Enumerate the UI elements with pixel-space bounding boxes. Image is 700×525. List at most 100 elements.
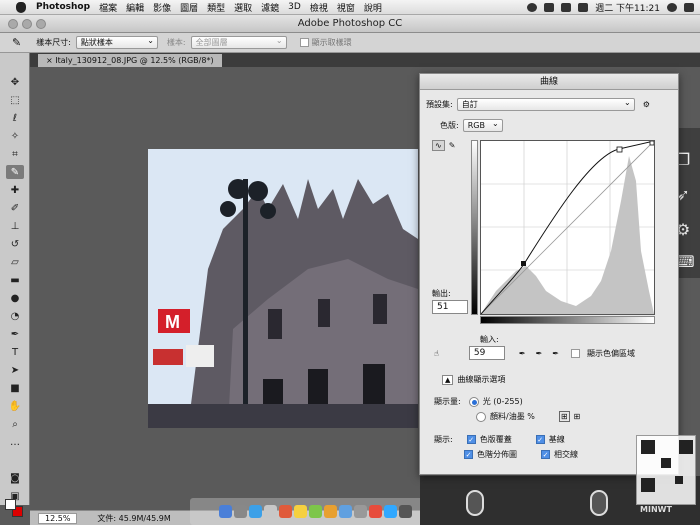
edit-points-icon[interactable]: ∿ <box>432 140 445 151</box>
minimize-window-icon[interactable] <box>22 19 32 29</box>
preset-select[interactable]: 自訂 <box>456 97 635 111</box>
curve-endpoint[interactable] <box>649 140 655 146</box>
simple-grid-icon[interactable]: ⊞ <box>558 411 570 422</box>
input-method-icon[interactable] <box>561 3 572 12</box>
pigment-radio[interactable] <box>476 411 486 422</box>
histogram-checkbox[interactable]: ✓ <box>464 450 473 459</box>
menu-view[interactable]: 檢視 <box>310 1 328 14</box>
display-options-toggle-icon[interactable]: ▲ <box>442 374 454 385</box>
menu-edit[interactable]: 編輯 <box>126 1 144 14</box>
baseline-checkbox[interactable]: ✓ <box>535 435 545 444</box>
notification-center-icon[interactable] <box>684 3 694 12</box>
chrome-icon[interactable] <box>368 505 382 518</box>
gray-point-eyedropper-icon[interactable]: ✒ <box>536 349 543 358</box>
light-radio[interactable] <box>468 396 479 407</box>
menu-app[interactable]: Photoshop <box>36 2 90 12</box>
eraser-tool-icon[interactable]: ▱ <box>6 255 24 269</box>
healing-brush-tool-icon[interactable]: ✚ <box>6 183 24 197</box>
menubar-clock[interactable]: 週二 下午11:21 <box>595 1 660 14</box>
channel-select[interactable]: RGB <box>462 118 503 132</box>
zoom-tool-icon[interactable]: ⌕ <box>6 417 24 431</box>
menu-image[interactable]: 影像 <box>153 1 171 14</box>
gradient-tool-icon[interactable]: ▬ <box>6 273 24 287</box>
dock <box>190 498 440 525</box>
pen-tool-icon[interactable]: ✒ <box>6 327 24 341</box>
detailed-grid-icon[interactable]: ⊞ <box>574 412 581 421</box>
close-window-icon[interactable] <box>8 19 18 29</box>
finder-icon[interactable] <box>218 505 232 518</box>
volume-icon[interactable] <box>544 3 555 12</box>
foreground-color-swatch[interactable] <box>5 499 16 510</box>
close-document-icon[interactable]: × <box>46 56 53 65</box>
file-size-info[interactable]: 文件: 45.9M/45.9M <box>97 513 170 524</box>
menu-help[interactable]: 說明 <box>364 1 382 14</box>
battery-icon[interactable] <box>578 3 589 12</box>
preset-options-gear-icon[interactable]: ⚙ <box>643 100 650 109</box>
mail-icon[interactable] <box>263 505 277 518</box>
menu-window[interactable]: 視窗 <box>337 1 355 14</box>
input-field[interactable]: 59 <box>468 346 505 360</box>
history-brush-tool-icon[interactable]: ↺ <box>6 237 24 251</box>
launchpad-icon[interactable] <box>233 505 247 518</box>
targeted-adjustment-icon[interactable]: ☝ <box>434 349 439 358</box>
spotlight-search-icon[interactable] <box>667 3 677 12</box>
brush-tool-icon[interactable]: ✐ <box>6 201 24 215</box>
show-row-1: 顯示: ✓ 色版覆蓋 ✓ 基線 <box>434 434 565 445</box>
menu-file[interactable]: 檔案 <box>99 1 117 14</box>
blur-tool-icon[interactable]: ● <box>6 291 24 305</box>
black-point-eyedropper-icon[interactable]: ✒ <box>519 349 526 358</box>
photoshop-dock-icon[interactable] <box>383 505 397 518</box>
safari-icon[interactable] <box>248 505 262 518</box>
menu-filter[interactable]: 濾鏡 <box>261 1 279 14</box>
system-preferences-icon[interactable] <box>353 505 367 518</box>
document-tab[interactable]: × Italy_130912_08.JPG @ 12.5% (RGB/8*) <box>38 54 222 67</box>
curve-point[interactable] <box>616 146 623 153</box>
dodge-tool-icon[interactable]: ◔ <box>6 309 24 323</box>
output-label: 輸出: <box>432 289 451 298</box>
app-store-icon[interactable] <box>338 505 352 518</box>
show-clipping-checkbox[interactable] <box>570 348 580 358</box>
curves-graph[interactable] <box>480 140 655 315</box>
clone-stamp-tool-icon[interactable]: ⊥ <box>6 219 24 233</box>
sample-select[interactable]: 全部圖層 <box>190 35 287 49</box>
channel-overlays-checkbox[interactable]: ✓ <box>466 435 476 444</box>
marquee-tool-icon[interactable]: ⬚ <box>6 93 24 107</box>
hand-tool-icon[interactable]: ✋ <box>6 399 24 413</box>
rectangle-tool-icon[interactable]: ■ <box>6 381 24 395</box>
menu-3d[interactable]: 3D <box>288 2 301 12</box>
histogram-label: 色階分佈圖 <box>477 450 517 459</box>
zoom-level-field[interactable]: 12.5% <box>38 512 78 524</box>
pigment-option-label: 顏料/油墨 % <box>490 412 535 421</box>
edit-toolbar-icon[interactable]: … <box>6 435 24 449</box>
menu-select[interactable]: 選取 <box>234 1 252 14</box>
white-point-eyedropper-icon[interactable]: ✒ <box>552 349 559 358</box>
lasso-tool-icon[interactable]: ℓ <box>6 111 24 125</box>
show-ring-checkbox[interactable] <box>299 38 309 47</box>
photos-icon[interactable] <box>323 505 337 518</box>
calendar-icon[interactable] <box>278 505 292 518</box>
document-canvas[interactable]: M <box>148 149 418 428</box>
apple-logo-icon[interactable] <box>16 1 26 13</box>
sample-size-label: 樣本尺寸: <box>36 38 71 47</box>
wifi-icon[interactable] <box>527 3 538 12</box>
menu-layer[interactable]: 圖層 <box>180 1 198 14</box>
move-tool-icon[interactable]: ✥ <box>6 75 24 89</box>
eyedropper-tool-icon[interactable]: ✎ <box>6 165 24 179</box>
messages-icon[interactable] <box>308 505 322 518</box>
draw-curve-icon[interactable]: ✎ <box>449 141 456 150</box>
intersection-checkbox[interactable]: ✓ <box>541 450 550 459</box>
output-field[interactable]: 51 <box>432 300 468 314</box>
menu-type[interactable]: 類型 <box>207 1 225 14</box>
show-ring-option[interactable]: 顯示取樣環 <box>299 37 352 48</box>
quick-mask-icon[interactable]: ◙ <box>6 471 24 485</box>
eyedropper-tool-preset-icon[interactable]: ✎ <box>12 36 21 49</box>
curve-point-active[interactable] <box>521 261 526 266</box>
type-tool-icon[interactable]: T <box>6 345 24 359</box>
path-selection-tool-icon[interactable]: ➤ <box>6 363 24 377</box>
sample-size-select[interactable]: 點狀樣本 <box>75 35 158 49</box>
crop-tool-icon[interactable]: ⌗ <box>6 147 24 161</box>
quick-select-tool-icon[interactable]: ✧ <box>6 129 24 143</box>
trash-icon[interactable] <box>398 505 412 518</box>
notes-icon[interactable] <box>293 505 307 518</box>
zoom-window-icon[interactable] <box>36 19 46 29</box>
